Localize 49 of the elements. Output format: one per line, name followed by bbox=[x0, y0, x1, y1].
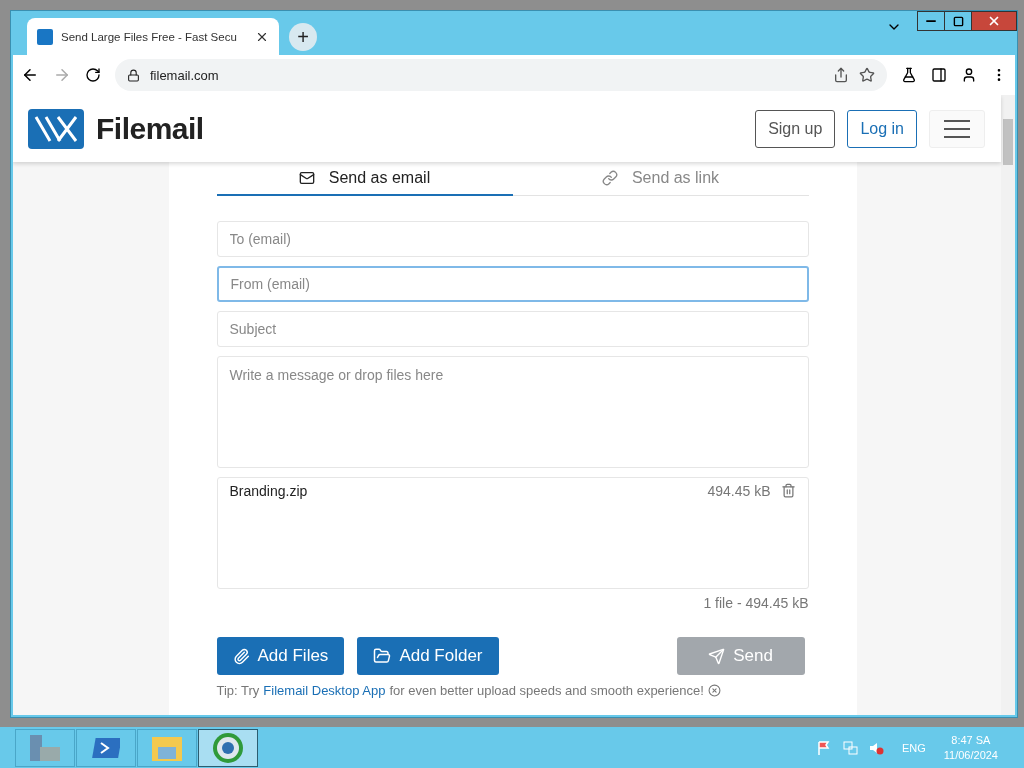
text-field[interactable]: From (email) bbox=[216, 266, 809, 302]
url-text: filemail.com bbox=[150, 67, 219, 83]
tip-text: for even better upload speeds and smooth experience! bbox=[389, 683, 704, 698]
folder-icon bbox=[373, 647, 392, 665]
back-icon[interactable] bbox=[21, 66, 39, 84]
minimize-button[interactable] bbox=[917, 11, 945, 31]
message-field[interactable]: Write a message or drop files here bbox=[216, 356, 809, 468]
add-folder-button[interactable]: Add Folder bbox=[357, 637, 499, 675]
mail-icon bbox=[298, 170, 315, 186]
new-tab-button[interactable]: + bbox=[289, 23, 317, 51]
login-button[interactable]: Log in bbox=[847, 109, 917, 148]
share-icon[interactable] bbox=[833, 67, 849, 83]
trash-icon[interactable] bbox=[780, 483, 796, 498]
close-button[interactable] bbox=[971, 11, 1017, 31]
menu-icon bbox=[944, 118, 970, 139]
close-icon bbox=[987, 14, 1001, 28]
maximize-button[interactable] bbox=[944, 11, 972, 31]
taskbar-button[interactable] bbox=[198, 728, 258, 767]
lock-icon bbox=[127, 68, 140, 82]
flag-icon[interactable] bbox=[815, 739, 832, 756]
flask-icon[interactable] bbox=[901, 67, 917, 83]
reload-icon[interactable] bbox=[85, 67, 101, 83]
terminal-icon bbox=[92, 735, 120, 760]
maximize-icon bbox=[952, 15, 964, 27]
logo-icon bbox=[28, 108, 84, 149]
site-favicon bbox=[37, 28, 53, 45]
file-name: Branding.zip bbox=[229, 483, 309, 499]
taskbar-button[interactable] bbox=[76, 728, 136, 767]
tip-text: Tip: Try bbox=[216, 683, 260, 698]
file-summary: 1 file - 494.45 kB bbox=[703, 595, 809, 611]
menu-button[interactable] bbox=[929, 109, 985, 148]
signup-button[interactable]: Sign up bbox=[755, 109, 836, 148]
tip-link[interactable]: Filemail Desktop App bbox=[263, 683, 386, 698]
browser-icon bbox=[212, 731, 244, 764]
file-size: 494.45 kB bbox=[707, 483, 771, 499]
logo-text: Filemail bbox=[96, 111, 204, 146]
add-files-button[interactable]: Add Files bbox=[216, 637, 345, 675]
send-mode-tab[interactable]: Send as link bbox=[512, 162, 809, 196]
star-icon[interactable] bbox=[859, 67, 875, 83]
link-icon bbox=[601, 170, 618, 186]
paperclip-icon bbox=[232, 647, 250, 665]
profile-icon[interactable] bbox=[961, 67, 977, 83]
scrollbar[interactable] bbox=[1001, 95, 1015, 715]
side-panel-icon[interactable] bbox=[931, 67, 947, 83]
send-icon bbox=[708, 647, 726, 665]
send-mode-tab[interactable]: Send as email bbox=[216, 162, 513, 196]
browser-tab[interactable]: Send Large Files Free - Fast Secu bbox=[27, 18, 279, 55]
server-icon bbox=[28, 732, 62, 763]
address-bar[interactable]: filemail.com bbox=[115, 59, 887, 91]
